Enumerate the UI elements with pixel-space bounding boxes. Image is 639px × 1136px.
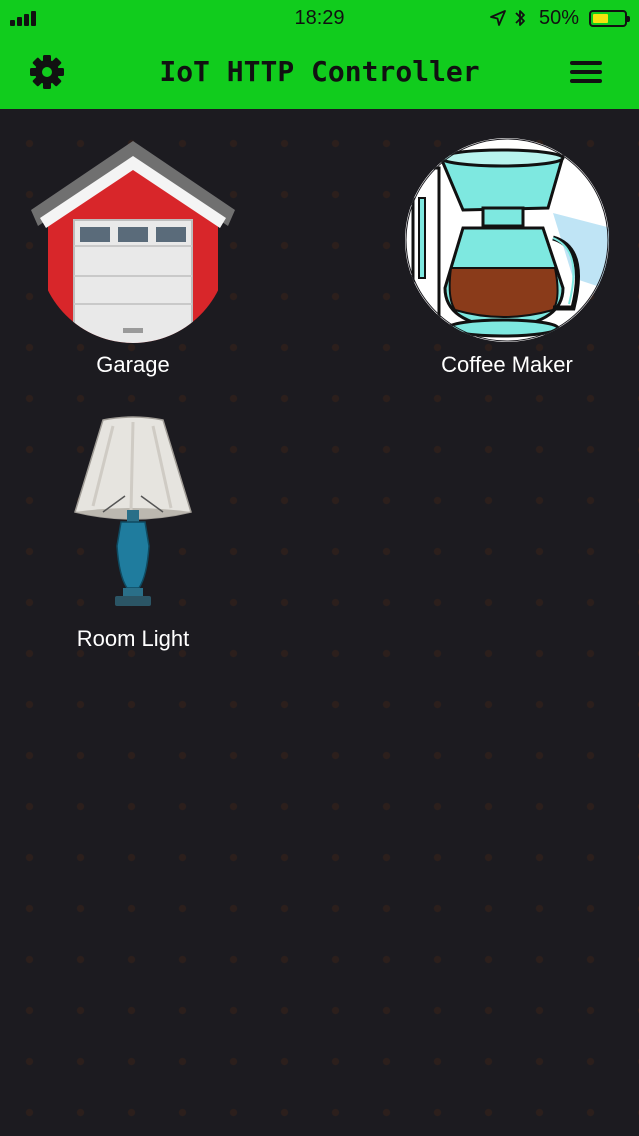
coffee-maker-icon (405, 138, 609, 342)
settings-button[interactable] (27, 52, 67, 92)
app-title: IoT HTTP Controller (159, 55, 480, 88)
battery-icon (589, 9, 630, 27)
device-label: Garage (96, 352, 170, 377)
app-header: 18:29 50% IoT HTTP Controller (0, 0, 639, 109)
device-coffee-maker[interactable]: Coffee Maker (403, 138, 611, 383)
garage-icon (31, 141, 235, 343)
gear-icon (30, 55, 64, 89)
status-right-group: 50% (489, 6, 630, 30)
lamp-icon (74, 416, 192, 606)
status-bar: 18:29 50% (0, 0, 639, 36)
battery-percent: 50% (538, 6, 579, 29)
location-arrow-icon (490, 10, 506, 26)
bluetooth-icon (515, 10, 525, 26)
device-garage[interactable]: Garage (28, 138, 238, 383)
device-label: Coffee Maker (441, 352, 573, 377)
device-room-light[interactable]: Room Light (63, 416, 203, 656)
menu-button[interactable] (568, 57, 606, 87)
device-label: Room Light (76, 626, 190, 651)
